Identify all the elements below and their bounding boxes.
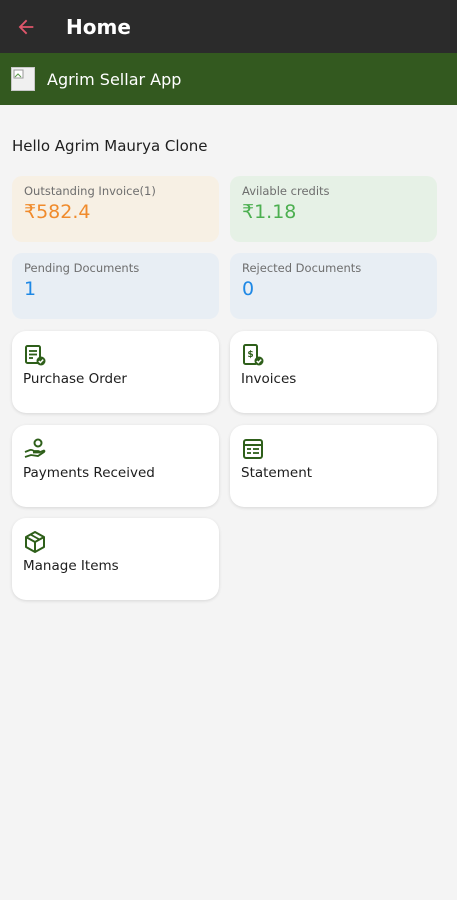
rejected-documents-label: Rejected Documents — [242, 261, 362, 275]
purchase-order-icon — [25, 345, 46, 366]
page-title: Home — [66, 14, 131, 39]
back-button[interactable] — [0, 0, 52, 53]
available-credits-value: ₹1.18 — [242, 201, 297, 223]
rejected-documents-card[interactable]: Rejected Documents 0 — [230, 253, 437, 319]
manage-items-label: Manage Items — [23, 558, 119, 574]
available-credits-card[interactable]: Avilable credits ₹1.18 — [230, 176, 437, 242]
available-credits-label: Avilable credits — [242, 184, 330, 198]
purchase-order-tile[interactable]: Purchase Order — [12, 331, 219, 413]
payments-icon — [24, 438, 46, 458]
app-bar: Home — [0, 0, 457, 53]
statement-label: Statement — [241, 465, 313, 481]
invoices-label: Invoices — [241, 371, 297, 387]
svg-text:$: $ — [247, 350, 253, 360]
greeting-text: Hello Agrim Maurya Clone — [12, 137, 208, 155]
pending-documents-value: 1 — [24, 278, 37, 300]
pending-documents-card[interactable]: Pending Documents 1 — [12, 253, 219, 319]
statement-tile[interactable]: Statement — [230, 425, 437, 507]
brand-bar: Agrim Sellar App — [0, 53, 457, 105]
manage-items-tile[interactable]: Manage Items — [12, 518, 219, 600]
invoice-icon: $ — [243, 344, 264, 366]
rejected-documents-value: 0 — [242, 278, 255, 300]
arrow-left-icon — [18, 19, 34, 34]
invoices-tile[interactable]: $ Invoices — [230, 331, 437, 413]
app-name: Agrim Sellar App — [47, 69, 182, 89]
package-icon — [25, 531, 45, 553]
payments-received-label: Payments Received — [23, 465, 155, 481]
pending-documents-label: Pending Documents — [24, 261, 140, 275]
outstanding-invoice-label: Outstanding Invoice(1) — [24, 184, 156, 198]
outstanding-invoice-card[interactable]: Outstanding Invoice(1) ₹582.4 — [12, 176, 219, 242]
statement-icon — [243, 439, 263, 459]
purchase-order-label: Purchase Order — [23, 371, 127, 387]
payments-received-tile[interactable]: Payments Received — [12, 425, 219, 507]
broken-image-icon — [11, 67, 35, 91]
outstanding-invoice-value: ₹582.4 — [24, 201, 91, 223]
